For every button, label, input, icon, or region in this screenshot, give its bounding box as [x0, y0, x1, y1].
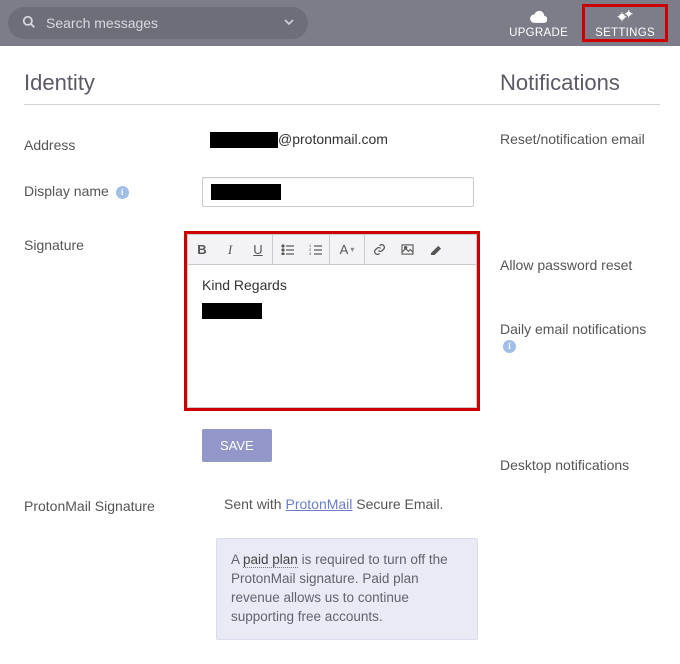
- upgrade-button[interactable]: UPGRADE: [495, 6, 582, 41]
- underline-button[interactable]: U: [244, 235, 272, 264]
- daily-notif-label: Daily email notifications: [500, 321, 646, 337]
- signature-row: Signature B I U: [24, 231, 500, 411]
- search-container[interactable]: [8, 7, 308, 39]
- number-list-button[interactable]: 123: [301, 235, 329, 264]
- signature-textarea[interactable]: Kind Regards: [188, 265, 476, 407]
- link-button[interactable]: [365, 235, 393, 264]
- top-bar: UPGRADE SETTINGS: [0, 0, 680, 46]
- redacted-signature-name: [202, 303, 262, 319]
- notifications-heading: Notifications: [500, 70, 660, 105]
- svg-text:3: 3: [309, 251, 312, 255]
- signature-line1: Kind Regards: [202, 277, 462, 293]
- editor-toolbar: B I U 123: [188, 235, 476, 265]
- settings-button[interactable]: SETTINGS: [582, 4, 668, 42]
- signature-label: Signature: [24, 231, 184, 253]
- desktop-notif-label: Desktop notifications: [500, 457, 660, 473]
- pm-signature-label: ProtonMail Signature: [24, 492, 202, 514]
- protonmail-link[interactable]: ProtonMail: [285, 496, 352, 512]
- clear-format-button[interactable]: [421, 235, 449, 264]
- bullet-list-button[interactable]: [273, 235, 301, 264]
- reset-email-label: Reset/notification email: [500, 131, 660, 147]
- info-icon[interactable]: i: [503, 340, 516, 353]
- cloud-icon: [509, 10, 568, 26]
- redacted-display-name: [211, 184, 281, 200]
- bold-button[interactable]: B: [188, 235, 216, 264]
- address-row: Address @protonmail.com: [24, 131, 500, 153]
- paid-plan-link[interactable]: paid plan: [243, 552, 298, 568]
- font-color-button[interactable]: A▾: [330, 235, 364, 264]
- save-button[interactable]: SAVE: [202, 429, 272, 462]
- redacted-local-part: [210, 132, 278, 148]
- search-input[interactable]: [46, 15, 284, 31]
- gears-icon: [595, 9, 655, 26]
- address-domain: @protonmail.com: [278, 131, 388, 147]
- display-name-input[interactable]: [202, 177, 474, 207]
- display-name-row: Display name i: [24, 177, 500, 207]
- address-label: Address: [24, 131, 202, 153]
- display-name-label: Display name: [24, 183, 109, 199]
- paid-plan-notice: A paid plan is required to turn off the …: [216, 538, 478, 640]
- allow-reset-label: Allow password reset: [500, 257, 660, 273]
- italic-button[interactable]: I: [216, 235, 244, 264]
- chevron-down-icon[interactable]: [284, 17, 294, 30]
- identity-heading: Identity: [24, 70, 500, 105]
- info-icon[interactable]: i: [116, 186, 129, 199]
- signature-editor: B I U 123: [187, 234, 477, 408]
- search-icon: [22, 15, 36, 32]
- signature-editor-highlight: B I U 123: [184, 231, 480, 411]
- image-button[interactable]: [393, 235, 421, 264]
- pm-signature-row: ProtonMail Signature Sent with ProtonMai…: [24, 492, 500, 514]
